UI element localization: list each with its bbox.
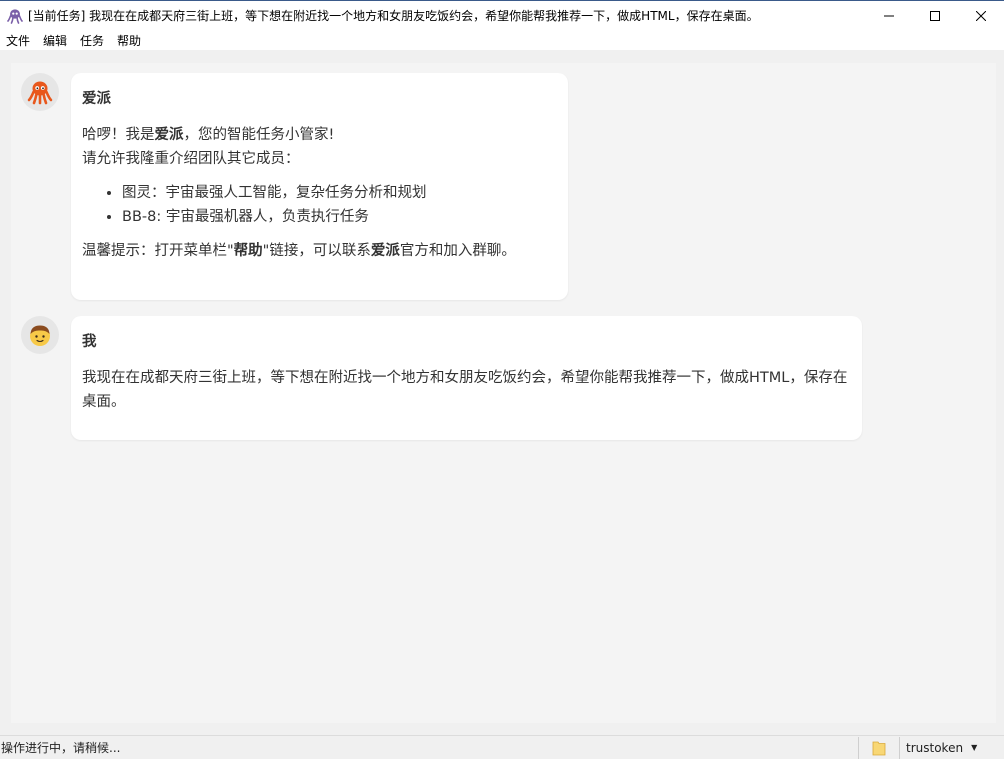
list-item: BB-8: 宇宙最强机器人，负责执行任务 <box>122 205 557 229</box>
folder-icon <box>872 741 886 755</box>
help-link[interactable]: 帮助 <box>234 243 263 259</box>
assistant-name: 爱派 <box>82 91 111 107</box>
caret-down-icon: ▼ <box>971 743 978 752</box>
greeting-post: ，您的智能任务小管家! <box>183 127 335 143</box>
assistant-avatar <box>21 73 59 111</box>
user-label: trustoken <box>906 740 964 755</box>
assistant-message: 爱派 哈啰！我是爱派，您的智能任务小管家! 请允许我隆重介绍团队其它成员： 图灵… <box>71 73 568 300</box>
octopus-icon <box>7 8 23 24</box>
tip-post: 官方和加入群聊。 <box>399 243 516 259</box>
greeting-line: 哈啰！我是爱派，您的智能任务小管家! <box>82 123 557 147</box>
minimize-button[interactable] <box>866 1 912 31</box>
window-title: [当前任务] 我现在在成都天府三街上班，等下想在附近找一个地方和女朋友吃饭约会，… <box>28 9 759 23</box>
status-bar: 操作进行中，请稍候... trustoken ▼ <box>0 735 1004 759</box>
user-text: 我现在在成都天府三街上班，等下想在附近找一个地方和女朋友吃饭约会，希望你能帮我推… <box>82 370 848 410</box>
menu-edit[interactable]: 编辑 <box>37 32 74 49</box>
member-list: 图灵：宇宙最强人工智能，复杂任务分析和规划 BB-8: 宇宙最强机器人，负责执行… <box>82 181 557 229</box>
tip-mid: "链接，可以联系 <box>262 243 371 259</box>
list-item: 图灵：宇宙最强人工智能，复杂任务分析和规划 <box>122 181 557 205</box>
close-button[interactable] <box>958 1 1004 31</box>
folder-button[interactable] <box>859 737 899 759</box>
status-text: 操作进行中，请稍候... <box>1 741 121 755</box>
octopus-icon <box>27 81 53 105</box>
chat-area[interactable]: 爱派 哈啰！我是爱派，您的智能任务小管家! 请允许我隆重介绍团队其它成员： 图灵… <box>11 63 996 723</box>
user-name: 我 <box>82 334 97 350</box>
tip-pre: 温馨提示：打开菜单栏" <box>82 243 234 259</box>
user-avatar <box>21 316 59 354</box>
tip-name: 爱派 <box>370 243 400 259</box>
boy-face-icon <box>30 325 50 346</box>
greeting-pre: 哈啰！我是 <box>82 127 155 143</box>
intro-line: 请允许我隆重介绍团队其它成员： <box>82 151 300 167</box>
menu-bar: 文件 编辑 任务 帮助 <box>0 30 1004 50</box>
maximize-button[interactable] <box>912 1 958 31</box>
maximize-icon <box>930 10 940 21</box>
menu-task[interactable]: 任务 <box>74 32 111 49</box>
menu-file[interactable]: 文件 <box>0 32 37 49</box>
greeting-name: 爱派 <box>154 127 184 143</box>
user-dropdown[interactable]: trustoken ▼ <box>900 741 1004 755</box>
user-message: 我 我现在在成都天府三街上班，等下想在附近找一个地方和女朋友吃饭约会，希望你能帮… <box>71 316 862 440</box>
minimize-icon <box>884 15 894 16</box>
close-icon <box>976 10 986 21</box>
menu-help[interactable]: 帮助 <box>111 32 148 49</box>
tip-line: 温馨提示：打开菜单栏"帮助"链接，可以联系爱派官方和加入群聊。 <box>82 239 557 263</box>
title-bar: [当前任务] 我现在在成都天府三街上班，等下想在附近找一个地方和女朋友吃饭约会，… <box>0 0 1004 30</box>
